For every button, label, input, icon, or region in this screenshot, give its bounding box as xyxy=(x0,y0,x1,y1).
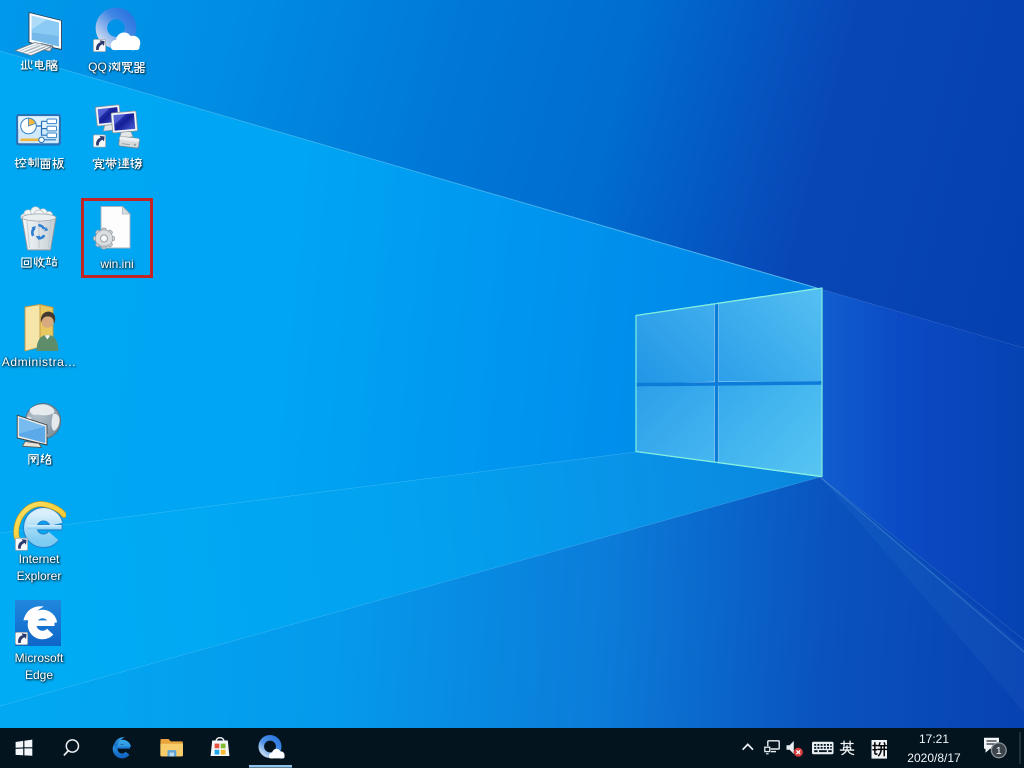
svg-text:1: 1 xyxy=(996,745,1002,757)
